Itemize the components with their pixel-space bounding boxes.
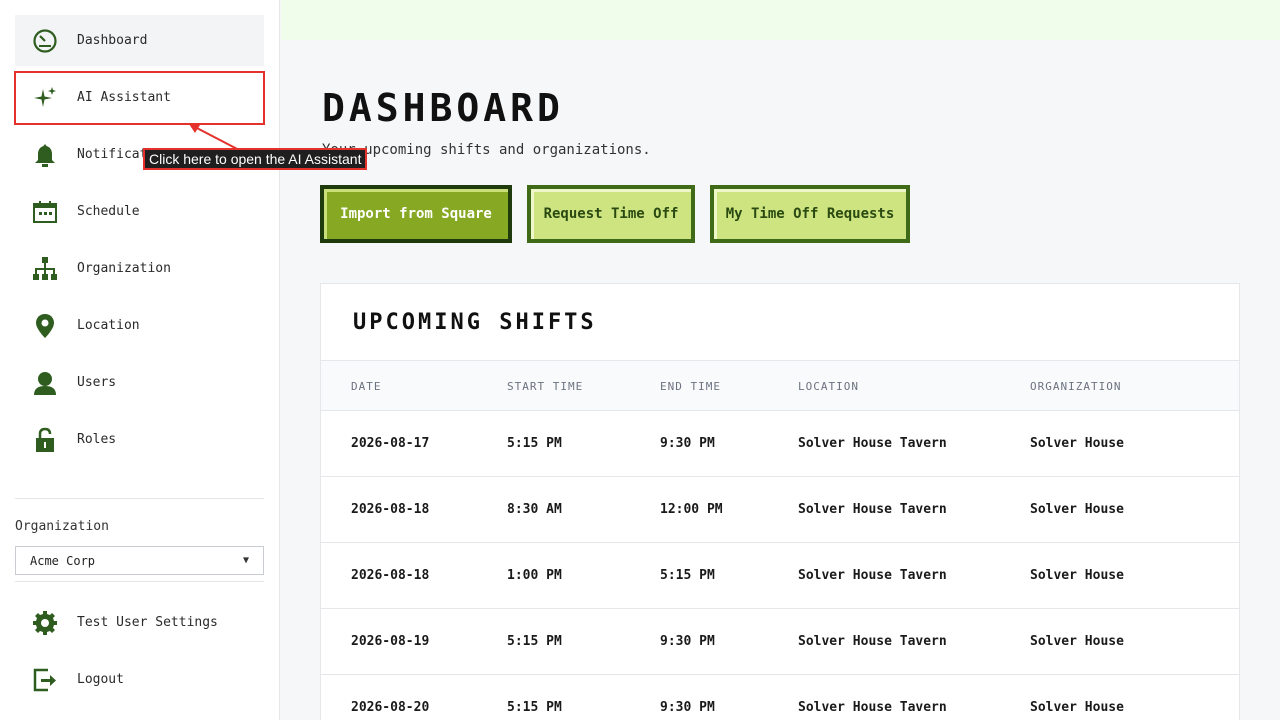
table-row: 2026-08-18 8:30 AM 12:00 PM Solver House… (321, 477, 1239, 543)
cell-location: Solver House Tavern (798, 634, 947, 649)
column-header-date: DATE (351, 380, 382, 393)
sidebar-item-label: Schedule (77, 204, 140, 219)
column-header-organization: ORGANIZATION (1030, 380, 1122, 393)
cell-start-time: 5:15 PM (507, 634, 562, 649)
sidebar-item-label: Location (77, 318, 140, 333)
table-row: 2026-08-17 5:15 PM 9:30 PM Solver House … (321, 411, 1239, 477)
sidebar-item-dashboard[interactable]: Dashboard (15, 15, 264, 66)
sidebar-divider (15, 498, 264, 499)
cell-end-time: 5:15 PM (660, 568, 715, 583)
cell-date: 2026-08-20 (351, 700, 430, 715)
my-time-off-requests-button[interactable]: My Time Off Requests (710, 185, 910, 243)
cell-date: 2026-08-18 (351, 502, 430, 517)
sidebar-item-schedule[interactable]: Schedule (15, 186, 264, 237)
sidebar-item-location[interactable]: Location (15, 300, 264, 351)
cell-date: 2026-08-19 (351, 634, 430, 649)
chevron-down-icon: ▼ (242, 555, 249, 566)
lock-icon (30, 425, 60, 455)
sparkle-icon (30, 83, 60, 113)
cell-organization: Solver House (1030, 502, 1124, 517)
sidebar-item-label: AI Assistant (77, 90, 171, 105)
column-header-location: LOCATION (798, 380, 859, 393)
dashboard-icon (30, 26, 60, 56)
org-chart-icon (30, 254, 60, 284)
organization-select[interactable]: Acme Corp ▼ (15, 546, 264, 575)
cell-start-time: 5:15 PM (507, 700, 562, 715)
calendar-icon (30, 197, 60, 227)
sidebar-item-test-user-settings[interactable]: Test User Settings (15, 597, 264, 648)
organization-label: Organization (15, 519, 109, 534)
table-row: 2026-08-19 5:15 PM 9:30 PM Solver House … (321, 609, 1239, 675)
cell-location: Solver House Tavern (798, 568, 947, 583)
import-from-square-button[interactable]: Import from Square (320, 185, 512, 243)
cell-location: Solver House Tavern (798, 502, 947, 517)
bell-icon (30, 140, 60, 170)
sidebar-nav: Dashboard AI Assistant Notifications Sch… (15, 15, 264, 493)
cell-organization: Solver House (1030, 436, 1124, 451)
sidebar-item-label: Dashboard (77, 33, 148, 48)
sidebar-item-label: Roles (77, 432, 117, 447)
logout-icon (30, 665, 60, 695)
sidebar-item-users[interactable]: Users (15, 357, 264, 408)
cell-start-time: 8:30 AM (507, 502, 562, 517)
cell-end-time: 9:30 PM (660, 700, 715, 715)
sidebar-item-ai-assistant[interactable]: AI Assistant (15, 72, 264, 123)
cell-end-time: 9:30 PM (660, 634, 715, 649)
cell-start-time: 1:00 PM (507, 568, 562, 583)
table-header: DATE START TIME END TIME LOCATION ORGANI… (321, 360, 1239, 411)
ai-assistant-tooltip: Click here to open the AI Assistant (143, 148, 368, 170)
cell-organization: Solver House (1030, 634, 1124, 649)
cell-organization: Solver House (1030, 568, 1124, 583)
sidebar-item-roles[interactable]: Roles (15, 414, 264, 465)
table-row: 2026-08-18 1:00 PM 5:15 PM Solver House … (321, 543, 1239, 609)
table-row: 2026-08-20 5:15 PM 9:30 PM Solver House … (321, 675, 1239, 720)
cell-location: Solver House Tavern (798, 436, 947, 451)
upcoming-shifts-title: UPCOMING SHIFTS (353, 310, 597, 335)
cell-start-time: 5:15 PM (507, 436, 562, 451)
top-banner (281, 0, 1280, 40)
sidebar-item-label: Test User Settings (77, 615, 218, 630)
sidebar-item-logout[interactable]: Logout (15, 654, 264, 705)
sidebar: Dashboard AI Assistant Notifications Sch… (0, 0, 280, 720)
cell-date: 2026-08-17 (351, 436, 430, 451)
partial-icon (30, 482, 60, 494)
sidebar-item-organization[interactable]: Organization (15, 243, 264, 294)
user-icon (30, 368, 60, 398)
organization-selected-value: Acme Corp (30, 553, 96, 568)
request-time-off-button[interactable]: Request Time Off (527, 185, 695, 243)
cell-location: Solver House Tavern (798, 700, 947, 715)
sidebar-item-label: Organization (77, 261, 171, 276)
sidebar-item-more[interactable] (15, 471, 264, 493)
page-subtitle: Your upcoming shifts and organizations. (322, 142, 651, 158)
sidebar-item-label: Users (77, 375, 117, 390)
page-title: DASHBOARD (322, 86, 564, 130)
column-header-end-time: END TIME (660, 380, 721, 393)
map-pin-icon (30, 311, 60, 341)
cell-end-time: 9:30 PM (660, 436, 715, 451)
sidebar-divider (15, 581, 264, 582)
upcoming-shifts-card: UPCOMING SHIFTS DATE START TIME END TIME… (320, 283, 1240, 720)
sidebar-item-label: Logout (77, 672, 124, 687)
cell-organization: Solver House (1030, 700, 1124, 715)
cell-end-time: 12:00 PM (660, 502, 723, 517)
column-header-start-time: START TIME (507, 380, 584, 393)
cell-date: 2026-08-18 (351, 568, 430, 583)
gear-icon (30, 608, 60, 638)
